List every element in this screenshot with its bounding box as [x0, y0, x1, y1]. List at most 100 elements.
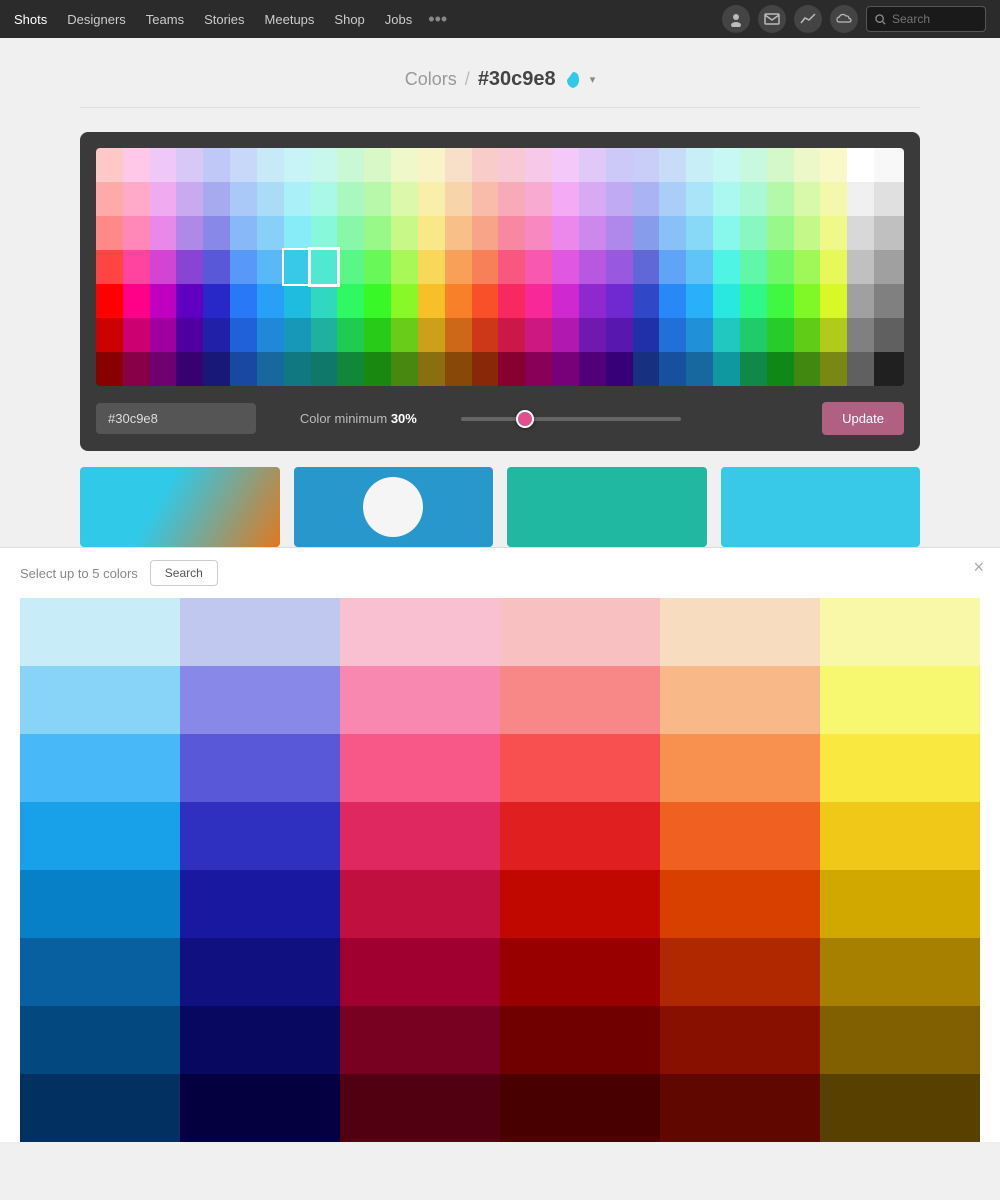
top-color-cell[interactable] — [257, 250, 284, 284]
top-color-cell[interactable] — [418, 318, 445, 352]
top-color-cell[interactable] — [391, 318, 418, 352]
top-color-cell[interactable] — [472, 250, 499, 284]
top-color-cell[interactable] — [445, 284, 472, 318]
top-color-cell[interactable] — [203, 284, 230, 318]
top-color-cell[interactable] — [686, 352, 713, 386]
top-color-cell[interactable] — [311, 250, 338, 284]
top-color-cell[interactable] — [472, 284, 499, 318]
top-color-cell[interactable] — [525, 352, 552, 386]
bottom-color-cell[interactable] — [20, 870, 180, 938]
top-color-cell[interactable] — [740, 318, 767, 352]
search-box[interactable] — [866, 6, 986, 32]
top-color-cell[interactable] — [606, 250, 633, 284]
top-color-cell[interactable] — [525, 284, 552, 318]
top-color-cell[interactable] — [767, 318, 794, 352]
top-color-cell[interactable] — [284, 216, 311, 250]
top-color-cell[interactable] — [230, 216, 257, 250]
bottom-color-cell[interactable] — [820, 938, 980, 1006]
top-color-cell[interactable] — [579, 216, 606, 250]
top-color-cell[interactable] — [391, 352, 418, 386]
top-color-cell[interactable] — [820, 318, 847, 352]
top-color-cell[interactable] — [579, 284, 606, 318]
top-color-cell[interactable] — [391, 284, 418, 318]
top-color-cell[interactable] — [633, 148, 660, 182]
top-color-cell[interactable] — [123, 250, 150, 284]
top-color-cell[interactable] — [874, 284, 904, 318]
bottom-color-cell[interactable] — [20, 1006, 180, 1074]
top-color-cell[interactable] — [230, 182, 257, 216]
top-color-cell[interactable] — [418, 148, 445, 182]
top-color-cell[interactable] — [659, 250, 686, 284]
top-color-cell[interactable] — [740, 182, 767, 216]
hex-input[interactable]: #30c9e8 — [96, 403, 256, 434]
top-color-cell[interactable] — [150, 148, 177, 182]
top-color-cell[interactable] — [257, 318, 284, 352]
mail-icon[interactable] — [758, 5, 786, 33]
top-color-cell[interactable] — [713, 318, 740, 352]
top-color-cell[interactable] — [418, 216, 445, 250]
top-color-cell[interactable] — [794, 284, 821, 318]
top-color-cell[interactable] — [418, 182, 445, 216]
top-color-cell[interactable] — [552, 318, 579, 352]
top-color-cell[interactable] — [257, 182, 284, 216]
top-color-cell[interactable] — [311, 182, 338, 216]
top-color-cell[interactable] — [257, 148, 284, 182]
bottom-color-cell[interactable] — [20, 598, 180, 666]
top-color-cell[interactable] — [847, 250, 874, 284]
top-color-cell[interactable] — [284, 352, 311, 386]
top-color-cell[interactable] — [337, 284, 364, 318]
bottom-color-cell[interactable] — [340, 802, 500, 870]
top-color-cell[interactable] — [794, 352, 821, 386]
top-color-cell[interactable] — [820, 250, 847, 284]
nav-meetups[interactable]: Meetups — [255, 0, 325, 38]
top-color-cell[interactable] — [525, 216, 552, 250]
top-color-cell[interactable] — [445, 352, 472, 386]
top-color-cell[interactable] — [713, 250, 740, 284]
top-color-cell[interactable] — [794, 318, 821, 352]
top-color-cell[interactable] — [284, 182, 311, 216]
bottom-color-cell[interactable] — [820, 666, 980, 734]
top-color-cell[interactable] — [337, 318, 364, 352]
top-color-cell[interactable] — [659, 318, 686, 352]
top-color-cell[interactable] — [364, 352, 391, 386]
top-color-cell[interactable] — [713, 352, 740, 386]
top-color-cell[interactable] — [498, 284, 525, 318]
top-color-cell[interactable] — [445, 318, 472, 352]
update-button[interactable]: Update — [822, 402, 904, 435]
bottom-color-cell[interactable] — [340, 666, 500, 734]
bottom-color-cell[interactable] — [340, 938, 500, 1006]
top-color-cell[interactable] — [579, 148, 606, 182]
top-color-cell[interactable] — [767, 182, 794, 216]
top-color-cell[interactable] — [713, 182, 740, 216]
top-color-cell[interactable] — [740, 148, 767, 182]
top-color-cell[interactable] — [230, 250, 257, 284]
top-color-cell[interactable] — [472, 182, 499, 216]
top-color-cell[interactable] — [123, 318, 150, 352]
overlay-search-button[interactable]: Search — [150, 560, 218, 586]
top-color-cell[interactable] — [794, 250, 821, 284]
top-color-cell[interactable] — [659, 148, 686, 182]
top-color-cell[interactable] — [874, 250, 904, 284]
top-color-cell[interactable] — [820, 216, 847, 250]
top-color-cell[interactable] — [203, 250, 230, 284]
top-color-cell[interactable] — [525, 148, 552, 182]
cloud-icon[interactable] — [830, 5, 858, 33]
top-color-cell[interactable] — [794, 148, 821, 182]
top-color-cell[interactable] — [364, 284, 391, 318]
top-color-cell[interactable] — [686, 216, 713, 250]
bottom-color-cell[interactable] — [340, 734, 500, 802]
top-color-cell[interactable] — [686, 284, 713, 318]
top-color-cell[interactable] — [606, 284, 633, 318]
top-color-cell[interactable] — [606, 352, 633, 386]
top-color-cell[interactable] — [525, 182, 552, 216]
top-color-cell[interactable] — [498, 250, 525, 284]
top-color-cell[interactable] — [418, 250, 445, 284]
top-color-cell[interactable] — [123, 284, 150, 318]
top-color-cell[interactable] — [337, 182, 364, 216]
top-color-cell[interactable] — [311, 216, 338, 250]
top-color-cell[interactable] — [847, 284, 874, 318]
bottom-color-cell[interactable] — [340, 1074, 500, 1142]
bottom-color-cell[interactable] — [500, 666, 660, 734]
top-color-cell[interactable] — [847, 216, 874, 250]
bottom-color-cell[interactable] — [500, 938, 660, 1006]
